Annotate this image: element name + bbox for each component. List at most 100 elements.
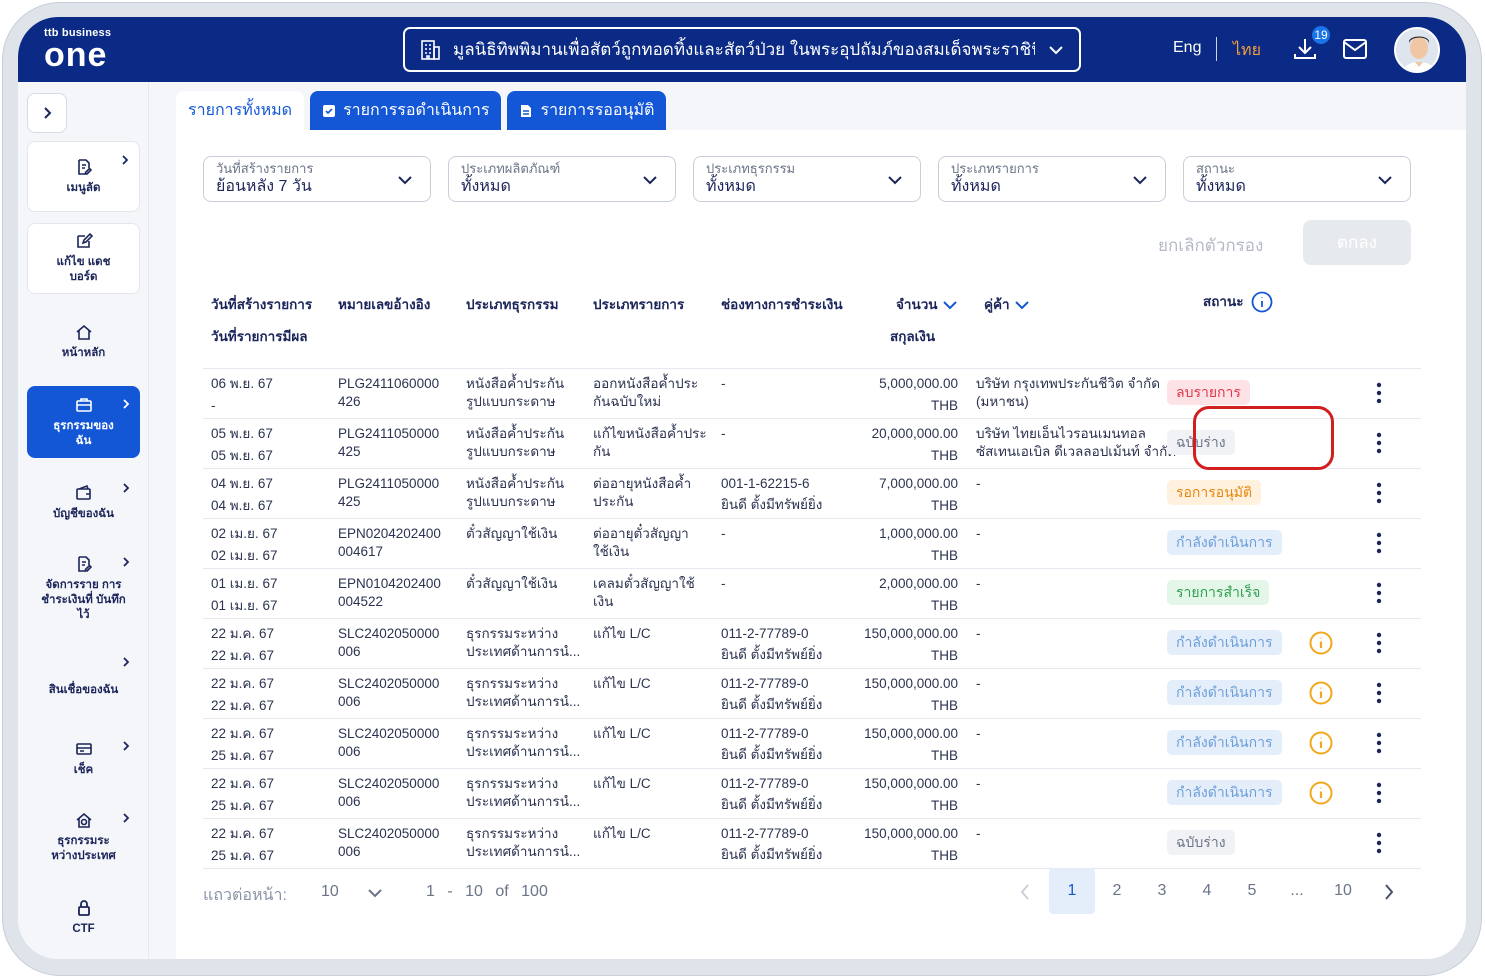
more-options-icon[interactable] xyxy=(1375,781,1383,805)
page-button[interactable]: 1 xyxy=(1049,868,1095,914)
warning-info-icon[interactable] xyxy=(1309,781,1333,805)
page-button[interactable]: 5 xyxy=(1229,868,1275,914)
sidebar-item-my-loans[interactable]: สินเชื่อของฉัน xyxy=(27,644,140,716)
chevron-right-icon xyxy=(123,813,130,823)
sidebar-item-my-accounts[interactable]: บัญชีของฉัน xyxy=(27,470,140,536)
column-header-amount[interactable]: จำนวน xyxy=(896,293,958,315)
cell-i2: กัน xyxy=(593,444,611,459)
sidebar-item-label: จัดการราย การชำระเงินที่ บันทึกไว้ xyxy=(41,579,126,621)
sidebar-item-international[interactable]: ธุรกรรมระ หว่างประเทศ xyxy=(27,800,140,874)
table-row[interactable]: 22 ม.ค. 67 22 ม.ค. 67 SLC2402050000 006 ธุรก… xyxy=(203,669,1421,719)
tab-label: รายการรอดำเนินการ xyxy=(343,102,490,119)
page-button[interactable]: 3 xyxy=(1139,868,1185,914)
cell-ref2: 006 xyxy=(338,644,361,659)
more-options-icon[interactable] xyxy=(1375,531,1383,555)
next-page-icon[interactable] xyxy=(1382,882,1396,902)
cell-c1: - xyxy=(721,576,726,591)
table-row[interactable]: 22 ม.ค. 67 25 ม.ค. 67 SLC2402050000 006 ธุรก… xyxy=(203,819,1421,869)
language-english[interactable]: Eng xyxy=(1173,39,1201,57)
cell-ref1: SLC2402050000 xyxy=(338,726,440,741)
ttb-business-one-logo[interactable]: ttb business one xyxy=(44,27,111,72)
cell-t1: ธุรกรรมระหว่าง xyxy=(466,676,559,691)
tab-awaiting-approval[interactable]: รายการรออนุมัติ xyxy=(507,91,667,130)
filter-created-date[interactable]: วันที่สร้างรายการ ย้อนหลัง 7 วัน xyxy=(203,156,431,202)
cheque-icon xyxy=(75,743,92,755)
rows-per-page-select[interactable]: 10 xyxy=(321,883,339,901)
table-row[interactable]: 01 เม.ย. 67 01 เม.ย. 67 EPN0104202400 00452… xyxy=(203,569,1421,619)
chevron-down-icon xyxy=(643,176,657,185)
table-row[interactable]: 04 พ.ย. 67 04 พ.ย. 67 PLG2411050000 425 หนัง… xyxy=(203,469,1421,519)
page-button[interactable]: 4 xyxy=(1184,868,1230,914)
sort-chevron-icon xyxy=(942,301,957,310)
sidebar-item-edit-dashboard[interactable]: แก้ไข แดชบอร์ด xyxy=(27,223,140,294)
column-header-reference[interactable]: หมายเลขอ้างอิง xyxy=(338,293,430,315)
chevron-down-icon[interactable] xyxy=(366,884,384,902)
warning-info-icon[interactable] xyxy=(1309,681,1333,705)
tab-all-transactions[interactable]: รายการทั้งหมด xyxy=(176,91,305,130)
sidebar-expand-button[interactable] xyxy=(27,93,67,133)
table-row[interactable]: 22 ม.ค. 67 25 ม.ค. 67 SLC2402050000 006 ธุรก… xyxy=(203,769,1421,819)
chevron-down-icon xyxy=(888,176,902,185)
organization-selector[interactable]: มูลนิธิทิพพิมานเพื่อสัตว์ถูกทอดทิ้งและสั… xyxy=(403,27,1081,72)
sidebar-item-home[interactable]: หน้าหลัก xyxy=(27,306,140,377)
document-edit-icon xyxy=(77,158,92,175)
more-options-icon[interactable] xyxy=(1375,681,1383,705)
cell-d2: - xyxy=(211,398,216,413)
more-options-icon[interactable] xyxy=(1375,431,1383,455)
column-header-transaction-type[interactable]: ประเภทธุรกรรม xyxy=(466,293,559,315)
column-header-currency[interactable]: สกุลเงิน xyxy=(890,325,935,347)
column-header-created-date[interactable]: วันที่สร้างรายการ xyxy=(211,293,312,315)
filter-value: ย้อนหลัง 7 วัน xyxy=(216,178,312,195)
cell-t1: ธุรกรรมระหว่าง xyxy=(466,626,559,641)
table-row[interactable]: 22 ม.ค. 67 25 ม.ค. 67 SLC2402050000 006 ธุรก… xyxy=(203,719,1421,769)
more-options-icon[interactable] xyxy=(1375,381,1383,405)
cell-i1: แก้ไข L/C xyxy=(593,626,651,641)
sidebar-item-ctf[interactable]: CTF xyxy=(27,888,140,948)
tab-pending[interactable]: รายการรอดำเนินการ xyxy=(310,91,502,130)
cell-i2: เงิน xyxy=(593,594,614,609)
clear-filters-button[interactable]: ยกเลิกตัวกรอง xyxy=(1158,232,1263,259)
page-button[interactable]: 10 xyxy=(1320,868,1366,914)
more-options-icon[interactable] xyxy=(1375,481,1383,505)
sidebar-item-cheque[interactable]: เช็ค xyxy=(27,728,140,790)
more-options-icon[interactable] xyxy=(1375,731,1383,755)
sidebar-item-shortcut-menu[interactable]: เมนูลัด xyxy=(27,141,140,212)
filter-product-type[interactable]: ประเภทผลิตภัณฑ์ ทั้งหมด xyxy=(448,156,676,202)
column-header-counterparty[interactable]: คู่ค้า xyxy=(984,293,1030,315)
cell-amt: 20,000,000.00 xyxy=(871,426,958,441)
column-header-item-type[interactable]: ประเภทรายการ xyxy=(593,293,684,315)
filter-item-type[interactable]: ประเภทรายการ ทั้งหมด xyxy=(938,156,1166,202)
table-row[interactable]: 02 เม.ย. 67 02 เม.ย. 67 EPN0204202400 00461… xyxy=(203,519,1421,569)
warning-info-icon[interactable] xyxy=(1309,731,1333,755)
column-header-status-label: สถานะ xyxy=(1203,294,1244,309)
table-row[interactable]: 22 ม.ค. 67 22 ม.ค. 67 SLC2402050000 006 ธุรก… xyxy=(203,619,1421,669)
cell-t2: รูปแบบกระดาษ xyxy=(466,394,556,409)
cell-ref2: 425 xyxy=(338,444,361,459)
more-options-icon[interactable] xyxy=(1375,631,1383,655)
cell-cur: THB xyxy=(931,748,958,763)
cell-t1: ตั๋วสัญญาใช้เงิน xyxy=(466,576,558,591)
sidebar-item-saved-payments[interactable]: จัดการราย การชำระเงินที่ บันทึกไว้ xyxy=(27,544,140,634)
column-header-payment-channel[interactable]: ช่องทางการชำระเงิน xyxy=(721,293,843,315)
status-badge: รายการสำเร็จ xyxy=(1167,580,1270,605)
column-header-status[interactable]: สถานะ xyxy=(1203,290,1273,313)
apply-filters-button[interactable]: ตกลง xyxy=(1303,220,1411,265)
more-options-icon[interactable] xyxy=(1375,581,1383,605)
warning-info-icon[interactable] xyxy=(1309,631,1333,655)
sidebar-item-label: สินเชื่อของฉัน xyxy=(48,683,119,696)
mail-icon[interactable] xyxy=(1342,38,1368,60)
info-icon[interactable] xyxy=(1251,291,1273,313)
page-button[interactable]: 2 xyxy=(1094,868,1140,914)
previous-page-icon[interactable] xyxy=(1018,882,1032,902)
more-options-icon[interactable] xyxy=(1375,831,1383,855)
column-header-amount-label: จำนวน xyxy=(896,297,938,312)
sidebar-item-label: บัญชีของฉัน xyxy=(53,508,114,520)
user-avatar[interactable] xyxy=(1394,27,1440,73)
organization-name: มูลนิธิทิพพิมานเพื่อสัตว์ถูกทอดทิ้งและสั… xyxy=(453,40,1035,59)
sidebar-item-my-transactions[interactable]: ธุรกรรมของ ฉัน xyxy=(27,386,140,458)
filter-transaction-type[interactable]: ประเภทธุรกรรม ทั้งหมด xyxy=(693,156,921,202)
language-thai[interactable]: ไทย xyxy=(1233,38,1261,63)
column-header-effective-date[interactable]: วันที่รายการมีผล xyxy=(211,325,308,347)
filter-status[interactable]: สถานะ ทั้งหมด xyxy=(1183,156,1411,202)
cell-c2: ยินดี ตั้งมีทรัพย์ยิ่ง xyxy=(721,647,823,662)
